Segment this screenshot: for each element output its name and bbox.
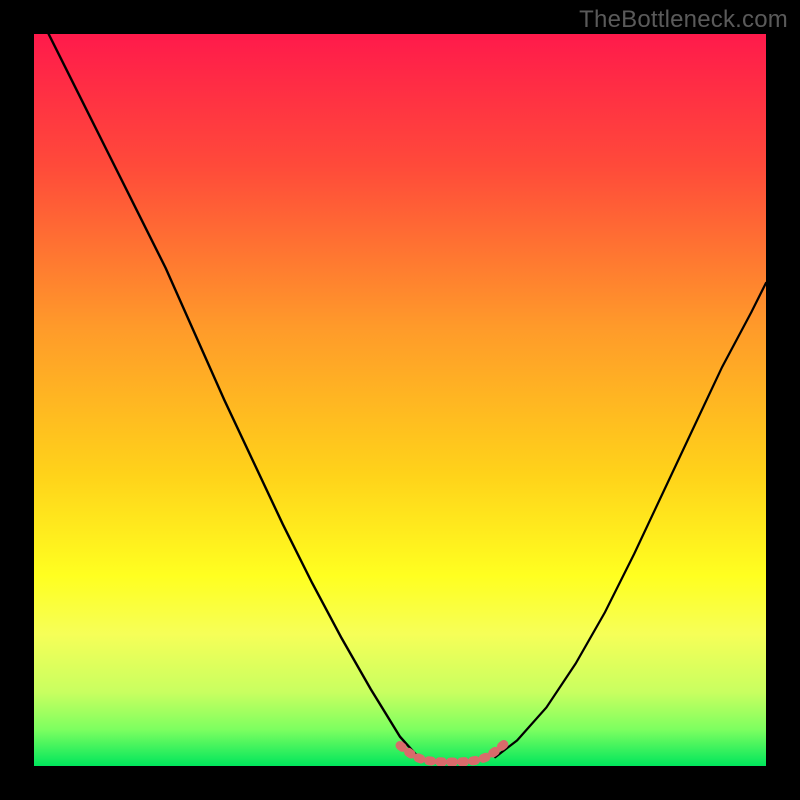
gradient-background	[34, 34, 766, 766]
watermark-text: TheBottleneck.com	[579, 6, 788, 34]
chart-svg	[34, 34, 766, 766]
chart-frame: TheBottleneck.com	[0, 0, 800, 800]
chart-plot-area	[34, 34, 766, 766]
